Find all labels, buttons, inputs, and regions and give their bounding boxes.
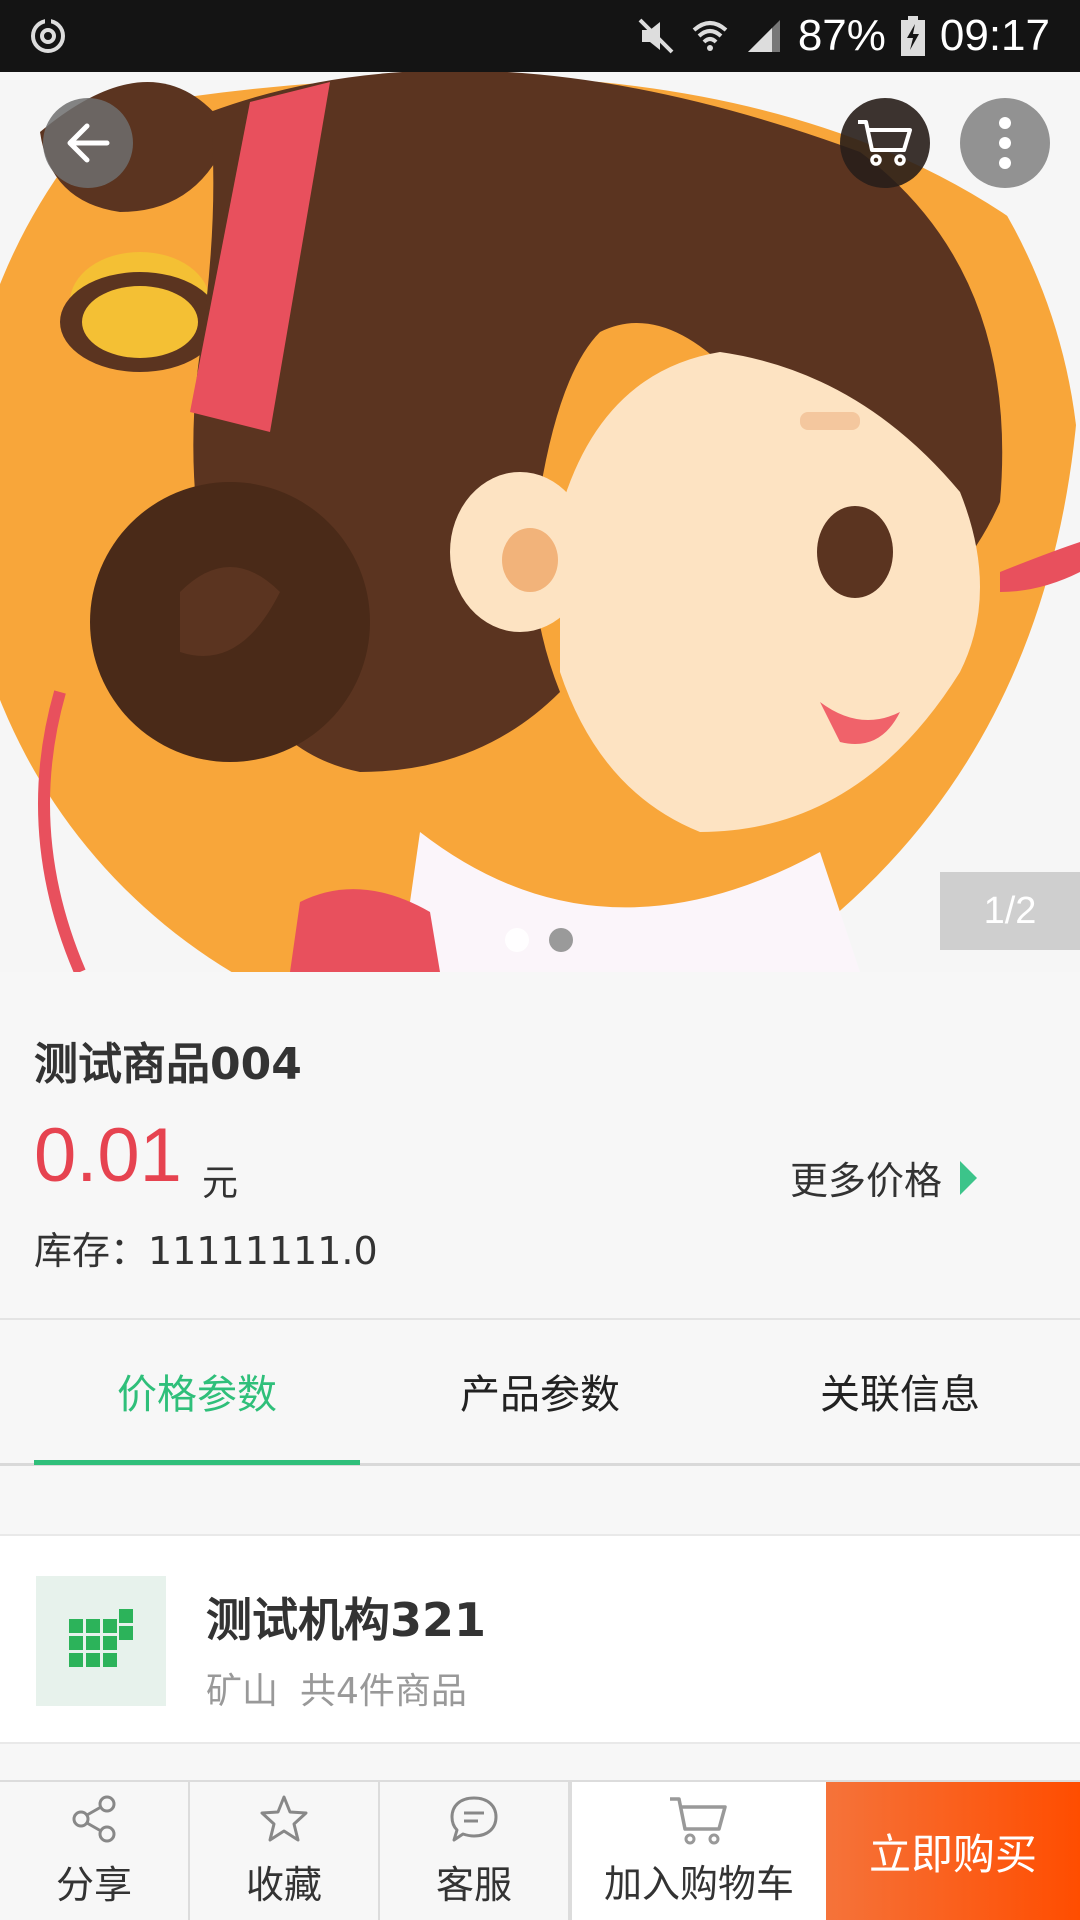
store-name: 测试机构321 [206,1593,487,1647]
star-icon [260,1795,308,1841]
sync-icon [31,18,65,53]
tab-product-params[interactable]: 产品参数 [360,1320,720,1462]
arrow-left-icon [67,123,110,163]
product-title: 测试商品004 [34,1039,302,1090]
signal-icon [747,20,780,52]
battery-charging-icon [900,16,925,56]
price-unit: 元 [202,1163,239,1204]
mute-icon [638,18,674,54]
carousel-dot-active[interactable] [505,928,529,952]
carousel-indicator [505,928,573,952]
product-price: 0.01 [34,1113,182,1198]
share-label: 分享 [55,1862,132,1907]
share-button[interactable]: 分享 [0,1782,190,1920]
store-card[interactable]: 测试机构321 矿山 共4件商品 [0,1534,1080,1744]
cart-button[interactable] [840,98,930,188]
status-bar: 87% 09:17 [0,0,1080,72]
chat-bubble-icon [450,1796,498,1841]
share-icon [72,1795,116,1842]
store-product-count: 共4件商品 [300,1671,467,1712]
carousel-dot[interactable] [549,928,573,952]
active-tab-indicator [34,1460,360,1465]
detail-tabs: 价格参数 产品参数 关联信息 [0,1320,1080,1466]
store-grid-icon [69,1609,133,1667]
cart-icon [670,1796,727,1844]
back-button[interactable] [43,98,133,188]
clock: 09:17 [939,11,1050,60]
store-meta: 矿山 共4件商品 [206,1662,467,1714]
product-info: 测试商品004 0.01 元 更多价格 库存：11111111.0 [0,972,1080,1318]
favorite-label: 收藏 [245,1862,322,1907]
store-region: 矿山 [206,1671,279,1712]
more-vertical-icon [999,117,1011,169]
chevron-right-icon [960,1160,978,1195]
product-image-carousel[interactable]: 1/2 [0,72,1080,972]
store-logo [36,1576,166,1706]
add-to-cart-label: 加入购物车 [603,1861,794,1906]
customer-service-button[interactable]: 客服 [380,1782,570,1920]
wifi-icon [692,21,728,51]
bottom-action-bar: 分享 收藏 客服 加入购物车 立即购买 [0,1780,1080,1920]
cart-icon [858,120,912,166]
more-price-link[interactable]: 更多价格 [790,1150,978,1205]
add-to-cart-button[interactable]: 加入购物车 [570,1782,826,1920]
buy-now-button[interactable]: 立即购买 [826,1782,1080,1920]
product-image [0,72,1080,972]
image-page-counter: 1/2 [940,872,1080,950]
tab-related-info[interactable]: 关联信息 [720,1320,1080,1462]
more-options-button[interactable] [960,98,1050,188]
favorite-button[interactable]: 收藏 [190,1782,380,1920]
product-stock: 库存：11111111.0 [34,1229,378,1273]
tab-price-params[interactable]: 价格参数 [34,1320,360,1462]
customer-service-label: 客服 [435,1862,512,1907]
battery-percent: 87% [797,11,886,60]
more-price-label: 更多价格 [790,1159,943,1203]
